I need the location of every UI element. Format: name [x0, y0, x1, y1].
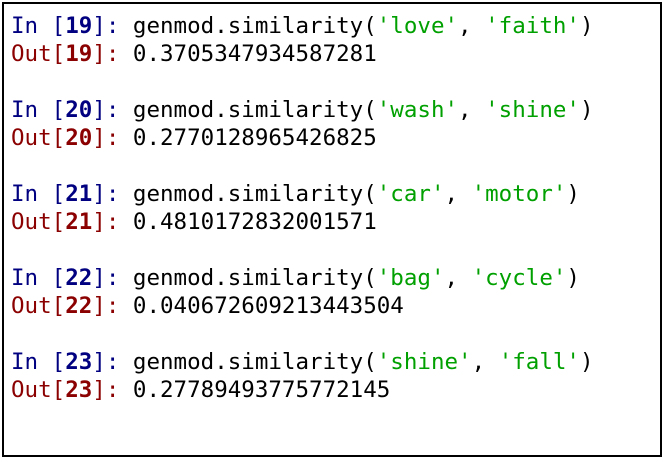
in-prompt: In [22]:: [11, 265, 133, 291]
ipython-console[interactable]: In [19]: genmod.similarity('love', 'fait…: [2, 2, 662, 457]
console-cell: In [23]: genmod.similarity('shine', 'fal…: [11, 348, 660, 432]
code-string-arg2: 'cycle': [471, 265, 567, 291]
in-label: In: [11, 349, 39, 375]
code-string-arg2: 'fall': [498, 349, 580, 375]
out-open-bracket: [: [51, 377, 66, 403]
code-close-paren: ): [579, 97, 594, 123]
out-prompt-number: 23: [65, 377, 93, 403]
out-open-bracket: [: [51, 293, 66, 319]
output-value: 0.040672609213443504: [132, 293, 404, 319]
code-separator: ,: [458, 97, 486, 123]
in-prompt-number: 21: [65, 181, 93, 207]
code-separator: ,: [471, 349, 499, 375]
in-prompt-number: 22: [65, 265, 93, 291]
console-cell: In [22]: genmod.similarity('bag', 'cycle…: [11, 264, 660, 348]
in-prompt: In [23]:: [11, 349, 133, 375]
code-close-paren: ): [579, 13, 594, 39]
in-close-bracket: ]:: [92, 181, 133, 207]
code-close-paren: ): [579, 349, 594, 375]
in-close-bracket: ]:: [92, 349, 133, 375]
in-prompt-number: 19: [65, 13, 93, 39]
in-label: In: [11, 181, 39, 207]
output-line: Out[19]: 0.3705347934587281: [11, 40, 660, 68]
output-value: 0.27789493775772145: [132, 377, 391, 403]
out-prompt-number: 20: [65, 125, 93, 151]
code-string-arg1: 'love': [376, 13, 459, 39]
code-string-arg1: 'wash': [376, 97, 459, 123]
in-open-bracket: [: [38, 349, 66, 375]
console-cell: In [21]: genmod.similarity('car', 'motor…: [11, 180, 660, 264]
in-open-bracket: [: [38, 265, 66, 291]
code-string-arg1: 'bag': [376, 265, 445, 291]
console-cell: In [20]: genmod.similarity('wash', 'shin…: [11, 96, 660, 180]
input-line[interactable]: In [22]: genmod.similarity('bag', 'cycle…: [11, 264, 660, 292]
out-close-bracket: ]:: [92, 377, 133, 403]
code-call: genmod.similarity(: [132, 97, 377, 123]
output-value: 0.2770128965426825: [132, 125, 377, 151]
out-prompt-number: 21: [65, 209, 93, 235]
out-prompt: Out[23]:: [11, 377, 133, 403]
out-open-bracket: [: [51, 41, 66, 67]
code-call: genmod.similarity(: [132, 265, 377, 291]
console-cell: In [19]: genmod.similarity('love', 'fait…: [11, 12, 660, 96]
output-line: Out[23]: 0.27789493775772145: [11, 376, 660, 404]
out-close-bracket: ]:: [92, 125, 133, 151]
in-open-bracket: [: [38, 13, 66, 39]
code-string-arg1: 'shine': [376, 349, 472, 375]
output-line: Out[22]: 0.040672609213443504: [11, 292, 660, 320]
in-open-bracket: [: [38, 181, 66, 207]
in-label: In: [11, 265, 39, 291]
out-label: Out: [11, 209, 52, 235]
out-open-bracket: [: [51, 209, 66, 235]
code-separator: ,: [458, 13, 486, 39]
code-call: genmod.similarity(: [132, 13, 377, 39]
code-string-arg2: 'motor': [471, 181, 567, 207]
code-separator: ,: [444, 265, 472, 291]
in-prompt-number: 23: [65, 349, 93, 375]
code-string-arg1: 'car': [376, 181, 445, 207]
out-label: Out: [11, 377, 52, 403]
in-close-bracket: ]:: [92, 13, 133, 39]
out-close-bracket: ]:: [92, 293, 133, 319]
out-prompt-number: 19: [65, 41, 93, 67]
out-open-bracket: [: [51, 125, 66, 151]
output-line: Out[20]: 0.2770128965426825: [11, 124, 660, 152]
out-prompt: Out[19]:: [11, 41, 133, 67]
in-close-bracket: ]:: [92, 97, 133, 123]
code-call: genmod.similarity(: [132, 181, 377, 207]
in-label: In: [11, 13, 39, 39]
in-prompt: In [21]:: [11, 181, 133, 207]
code-call: genmod.similarity(: [132, 349, 377, 375]
in-open-bracket: [: [38, 97, 66, 123]
code-string-arg2: 'shine': [485, 97, 580, 123]
out-label: Out: [11, 125, 52, 151]
out-close-bracket: ]:: [92, 209, 133, 235]
input-line[interactable]: In [20]: genmod.similarity('wash', 'shin…: [11, 96, 660, 124]
out-prompt: Out[21]:: [11, 209, 133, 235]
output-line: Out[21]: 0.4810172832001571: [11, 208, 660, 236]
in-prompt: In [19]:: [11, 13, 133, 39]
in-close-bracket: ]:: [92, 265, 133, 291]
output-value: 0.3705347934587281: [132, 41, 377, 67]
out-prompt-number: 22: [65, 293, 93, 319]
in-prompt: In [20]:: [11, 97, 133, 123]
in-prompt-number: 20: [65, 97, 93, 123]
out-close-bracket: ]:: [92, 41, 133, 67]
code-separator: ,: [444, 181, 472, 207]
out-label: Out: [11, 41, 52, 67]
out-label: Out: [11, 293, 52, 319]
input-line[interactable]: In [21]: genmod.similarity('car', 'motor…: [11, 180, 660, 208]
code-close-paren: ): [566, 181, 580, 207]
out-prompt: Out[22]:: [11, 293, 133, 319]
code-string-arg2: 'faith': [485, 13, 580, 39]
in-label: In: [11, 97, 39, 123]
output-value: 0.4810172832001571: [132, 209, 377, 235]
input-line[interactable]: In [23]: genmod.similarity('shine', 'fal…: [11, 348, 660, 376]
input-line[interactable]: In [19]: genmod.similarity('love', 'fait…: [11, 12, 660, 40]
out-prompt: Out[20]:: [11, 125, 133, 151]
code-close-paren: ): [566, 265, 580, 291]
